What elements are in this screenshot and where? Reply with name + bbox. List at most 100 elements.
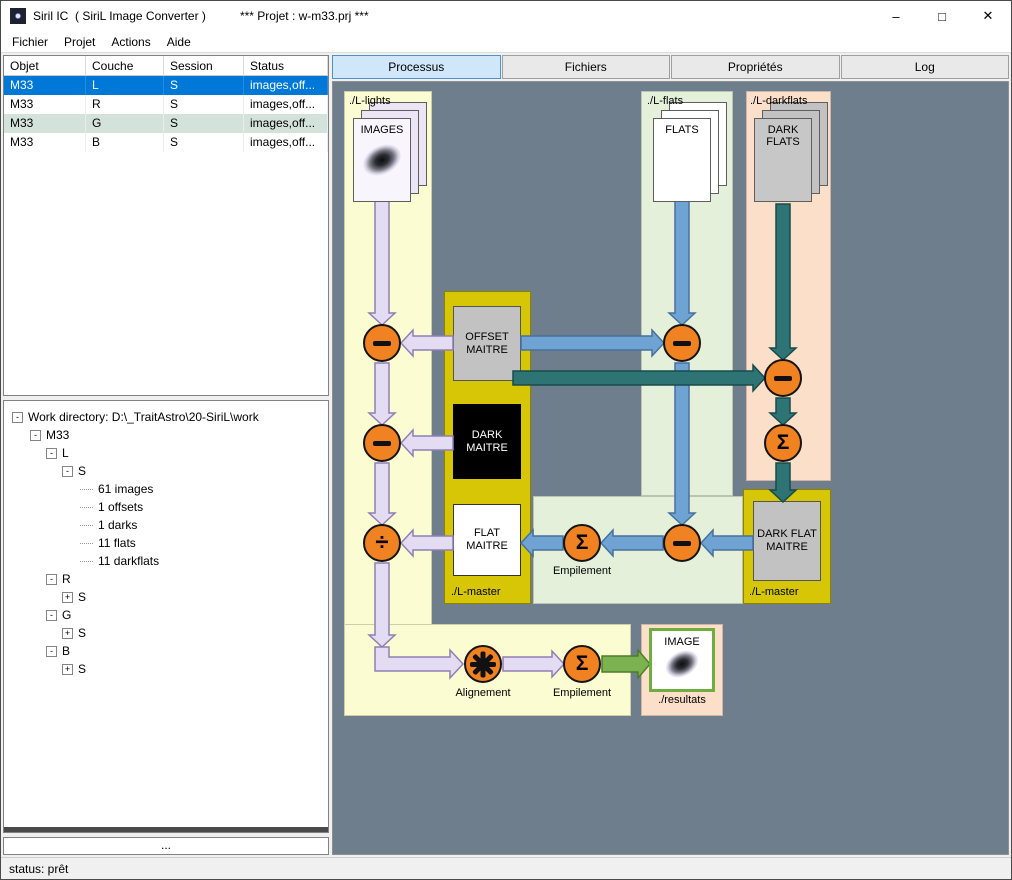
column-header-couche[interactable]: Couche (86, 56, 164, 76)
tree-toggle-icon[interactable]: - (46, 447, 57, 459)
tree-leaf-flats[interactable]: 11 flats (8, 534, 328, 552)
maximize-button[interactable]: □ (919, 1, 965, 31)
tree-item-g[interactable]: - G (8, 606, 328, 624)
tab-log[interactable]: Log (840, 55, 1009, 79)
align-node (464, 645, 502, 683)
column-header-status[interactable]: Status (244, 56, 328, 76)
sigma-icon: Σ (575, 531, 589, 554)
tree-item-r[interactable]: - R (8, 570, 328, 588)
tree-toggle-icon[interactable]: - (46, 573, 57, 585)
tree-connector (80, 488, 93, 490)
stack-node-flats: Σ (563, 524, 601, 562)
tab-processus[interactable]: Processus (332, 55, 501, 79)
tree-connector (80, 524, 93, 526)
subtract-node-darkflats (764, 359, 802, 397)
sessions-table: Objet Couche Session Status M33 L S imag… (3, 55, 329, 396)
more-bar[interactable]: ... (3, 837, 329, 855)
tree-toggle-icon[interactable]: - (12, 411, 23, 423)
tree-label: 1 offsets (98, 500, 144, 514)
label-l-darkflats: ./L-darkflats (750, 95, 808, 107)
statusbar: status: prêt (1, 857, 1011, 879)
window-title: Siril IC ( SiriL Image Converter ) (33, 9, 206, 23)
app-window: Siril IC ( SiriL Image Converter ) *** P… (0, 0, 1012, 880)
tree-label: M33 (46, 428, 70, 442)
label-l-lights: ./L-lights (349, 95, 391, 107)
tree-leaf-darks[interactable]: 1 darks (8, 516, 328, 534)
work-directory-tree: - Work directory: D:\_TraitAstro\20-Siri… (3, 400, 329, 833)
subtract-node-flats (663, 324, 701, 362)
flats-card: FLATS (653, 118, 711, 202)
menu-projet[interactable]: Projet (56, 33, 103, 51)
tree-label: S (78, 590, 87, 604)
tree-connector (80, 560, 93, 562)
subtract-node-flatdark (663, 524, 701, 562)
stack-node-darkflats: Σ (764, 424, 802, 462)
tree-item-workdir[interactable]: - Work directory: D:\_TraitAstro\20-Siri… (8, 408, 328, 426)
menu-fichier[interactable]: Fichier (4, 33, 56, 51)
tree-connector (80, 542, 93, 544)
tree-connector (80, 506, 93, 508)
images-card: IMAGES (353, 118, 411, 202)
tree-toggle-icon[interactable]: - (46, 645, 57, 657)
label-empilement-lights: Empilement (552, 687, 612, 699)
tree-item-g-s[interactable]: + S (8, 624, 328, 642)
tab-proprietes[interactable]: Propriétés (671, 55, 840, 79)
menubar: Fichier Projet Actions Aide (1, 31, 1011, 53)
offset-master-box: OFFSET MAITRE (453, 306, 521, 381)
tree-item-l[interactable]: - L (8, 444, 328, 462)
cell-status: images,off... (244, 76, 328, 95)
tree-label: R (62, 572, 71, 586)
column-header-objet[interactable]: Objet (4, 56, 86, 76)
minimize-button[interactable]: – (873, 1, 919, 31)
tree-toggle-icon[interactable]: - (62, 465, 73, 477)
flats-stack: FLATS (653, 102, 731, 206)
close-button[interactable]: ✕ (965, 1, 1011, 31)
tree-toggle-icon[interactable]: + (62, 663, 73, 675)
cell-couche: G (86, 114, 164, 133)
cell-session: S (164, 76, 244, 95)
cell-objet: M33 (4, 114, 86, 133)
right-panel: Processus Fichiers Propriétés Log OFFSET… (332, 55, 1009, 855)
label-alignement: Alignement (455, 687, 511, 699)
menu-aide[interactable]: Aide (159, 33, 199, 51)
table-row-m33-b[interactable]: M33 B S images,off... (4, 133, 328, 152)
tree-toggle-icon[interactable]: - (30, 429, 41, 441)
tree-toggle-icon[interactable]: + (62, 591, 73, 603)
sigma-icon: Σ (776, 431, 790, 454)
minus-icon (373, 340, 391, 346)
tree-label: 11 darkflats (98, 554, 160, 568)
cell-couche: L (86, 76, 164, 95)
tree-label: L (62, 446, 69, 460)
column-header-session[interactable]: Session (164, 56, 244, 76)
main-content: Objet Couche Session Status M33 L S imag… (1, 53, 1011, 857)
tree-item-r-s[interactable]: + S (8, 588, 328, 606)
tree-label: 61 images (98, 482, 154, 496)
tab-bar: Processus Fichiers Propriétés Log (332, 55, 1009, 79)
cell-status: images,off... (244, 133, 328, 152)
tree-leaf-images[interactable]: 61 images (8, 480, 328, 498)
table-row-m33-r[interactable]: M33 R S images,off... (4, 95, 328, 114)
tab-fichiers[interactable]: Fichiers (501, 55, 670, 79)
galaxy-thumbnail (661, 645, 703, 683)
tree-leaf-offsets[interactable]: 1 offsets (8, 498, 328, 516)
table-row-m33-g[interactable]: M33 G S images,off... (4, 114, 328, 133)
menu-actions[interactable]: Actions (103, 33, 158, 51)
tree-toggle-icon[interactable]: + (62, 627, 73, 639)
tree-item-b-s[interactable]: + S (8, 660, 328, 678)
app-icon (10, 8, 26, 24)
tree-toggle-icon[interactable]: - (46, 609, 57, 621)
cell-status: images,off... (244, 114, 328, 133)
tree-label: Work directory: D:\_TraitAstro\20-SiriL\… (28, 410, 259, 424)
subtract-node-offset (363, 324, 401, 362)
tree-scrollbar[interactable] (4, 827, 328, 832)
table-header: Objet Couche Session Status (4, 56, 328, 76)
tree-item-l-s[interactable]: - S (8, 462, 328, 480)
gear-icon (470, 651, 496, 677)
tree-item-m33[interactable]: - M33 (8, 426, 328, 444)
table-row-m33-l[interactable]: M33 L S images,off... (4, 76, 328, 95)
tree-item-b[interactable]: - B (8, 642, 328, 660)
tree-leaf-darkflats[interactable]: 11 darkflats (8, 552, 328, 570)
tree-label: S (78, 464, 87, 478)
label-l-master-left: ./L-master (451, 586, 501, 598)
label-l-flats: ./L-flats (647, 95, 684, 107)
